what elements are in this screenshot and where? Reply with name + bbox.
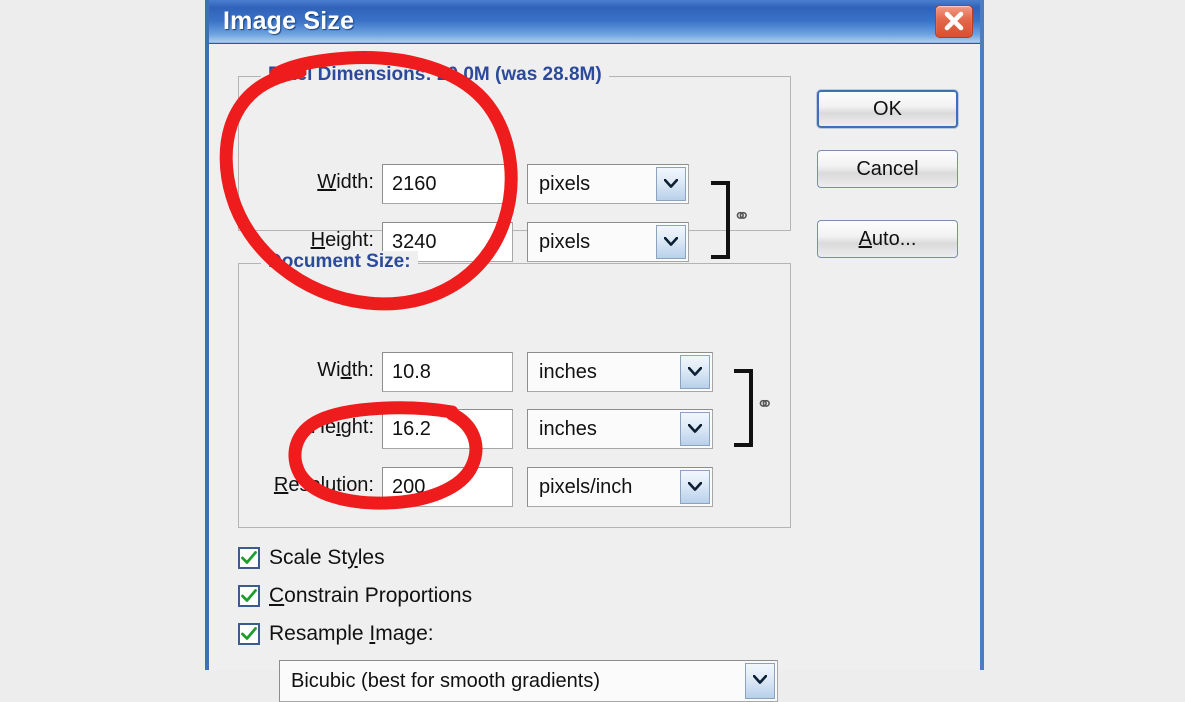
- pixel-width-unit-select[interactable]: pixels: [527, 164, 689, 204]
- doc-height-input[interactable]: 16.2: [382, 409, 513, 449]
- document-size-label: Document Size:: [261, 251, 418, 273]
- resolution-label-wrap: Resolution:: [224, 467, 374, 507]
- image-size-dialog: Image Size Pixel Dimensions: 20.0M (was …: [205, 0, 984, 702]
- doc-width-unit-select[interactable]: inches: [527, 352, 713, 392]
- pixel-dimensions-label: Pixel Dimensions: 20.0M (was 28.8M): [261, 64, 609, 86]
- checkmark-icon: [241, 589, 257, 602]
- pixel-width-label: Width:: [317, 171, 374, 193]
- pixel-width-label-wrap: Width:: [254, 164, 374, 204]
- constrain-proportions-checkbox[interactable]: [238, 585, 260, 607]
- resolution-input[interactable]: 200: [382, 467, 513, 507]
- scale-styles-label: Scale Styles: [269, 546, 385, 569]
- constrain-proportions-label: Constrain Proportions: [269, 584, 473, 607]
- close-button[interactable]: [935, 5, 973, 38]
- link-bracket-icon: [711, 181, 730, 259]
- cancel-button[interactable]: Cancel: [817, 150, 958, 188]
- resolution-unit-select[interactable]: pixels/inch: [527, 467, 713, 507]
- pixel-dimensions-group: Pixel Dimensions: 20.0M (was 28.8M): [238, 64, 791, 231]
- pixel-width-unit-value: pixels: [539, 173, 591, 195]
- chain-link-icon: ⚭: [756, 392, 774, 416]
- pixel-dimensions-link: ⚭: [711, 177, 753, 263]
- ok-button[interactable]: OK: [817, 90, 958, 128]
- doc-height-label-wrap: Height:: [254, 409, 374, 449]
- checkmark-icon: [241, 551, 257, 564]
- auto-button[interactable]: Auto...: [817, 220, 958, 258]
- doc-width-input[interactable]: 10.8: [382, 352, 513, 392]
- close-x-icon: [944, 11, 964, 31]
- pixel-width-input[interactable]: 2160: [382, 164, 513, 204]
- resample-method-value: Bicubic (best for smooth gradients): [291, 670, 601, 692]
- doc-height-unit-select[interactable]: inches: [527, 409, 713, 449]
- pixel-height-unit-value: pixels: [539, 231, 591, 253]
- link-bracket-icon: [734, 369, 753, 447]
- dialog-body: Pixel Dimensions: 20.0M (was 28.8M) Widt…: [209, 44, 980, 702]
- scale-styles-checkbox[interactable]: [238, 547, 260, 569]
- chevron-down-icon[interactable]: [680, 470, 710, 504]
- chain-link-icon: ⚭: [733, 204, 751, 228]
- resample-method-select[interactable]: Bicubic (best for smooth gradients): [279, 660, 778, 702]
- dialog-title: Image Size: [223, 7, 355, 35]
- chevron-down-icon[interactable]: [656, 167, 686, 201]
- pixel-height-unit-select[interactable]: pixels: [527, 222, 689, 262]
- chevron-down-icon[interactable]: [745, 663, 775, 699]
- resolution-unit-value: pixels/inch: [539, 476, 633, 498]
- document-size-link: ⚭: [734, 365, 776, 451]
- doc-width-label-wrap: Width:: [254, 352, 374, 392]
- doc-height-unit-value: inches: [539, 418, 597, 440]
- chevron-down-icon[interactable]: [680, 355, 710, 389]
- chevron-down-icon[interactable]: [656, 225, 686, 259]
- doc-width-unit-value: inches: [539, 361, 597, 383]
- resample-image-checkbox[interactable]: [238, 623, 260, 645]
- chevron-down-icon[interactable]: [680, 412, 710, 446]
- resample-image-label: Resample Image:: [269, 622, 434, 645]
- doc-width-label: Width:: [317, 359, 374, 381]
- dialog-titlebar: Image Size: [209, 0, 980, 44]
- resolution-label: Resolution:: [273, 474, 374, 496]
- checkmark-icon: [241, 627, 257, 640]
- pixel-height-label: Height:: [310, 229, 374, 251]
- doc-height-label: Height:: [310, 416, 374, 438]
